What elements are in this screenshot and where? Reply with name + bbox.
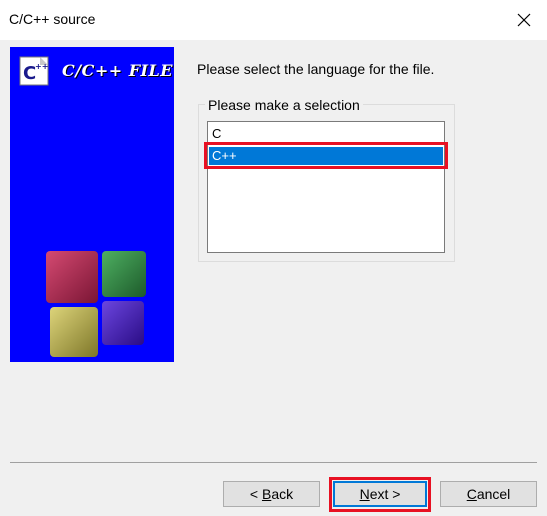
title-bar: C/C++ source (0, 0, 547, 40)
cancel-button-label: Cancel (466, 486, 511, 502)
language-prompt: Please select the language for the file. (197, 61, 435, 77)
cancel-button[interactable]: Cancel (440, 481, 537, 507)
list-item-cpp[interactable]: C++ (209, 147, 443, 165)
codeblocks-file-icon: C ++ (19, 56, 49, 86)
language-listbox[interactable]: C C++ (207, 121, 445, 253)
list-item-c[interactable]: C (209, 125, 443, 143)
codeblocks-cubes-logo (46, 251, 146, 357)
selection-group-label: Please make a selection (205, 97, 363, 113)
window-title: C/C++ source (9, 11, 96, 27)
wizard-banner: C ++ C/C++ FILE (10, 47, 174, 362)
close-icon (517, 13, 531, 27)
svg-text:++: ++ (35, 62, 48, 71)
banner-title: C/C++ FILE (62, 61, 173, 80)
close-button[interactable] (501, 0, 547, 40)
next-button[interactable]: Next > (333, 481, 427, 507)
back-button[interactable]: < Back (223, 481, 320, 507)
next-button-label: Next > (359, 486, 401, 502)
back-button-label: < Back (249, 486, 294, 502)
button-separator (10, 462, 537, 463)
